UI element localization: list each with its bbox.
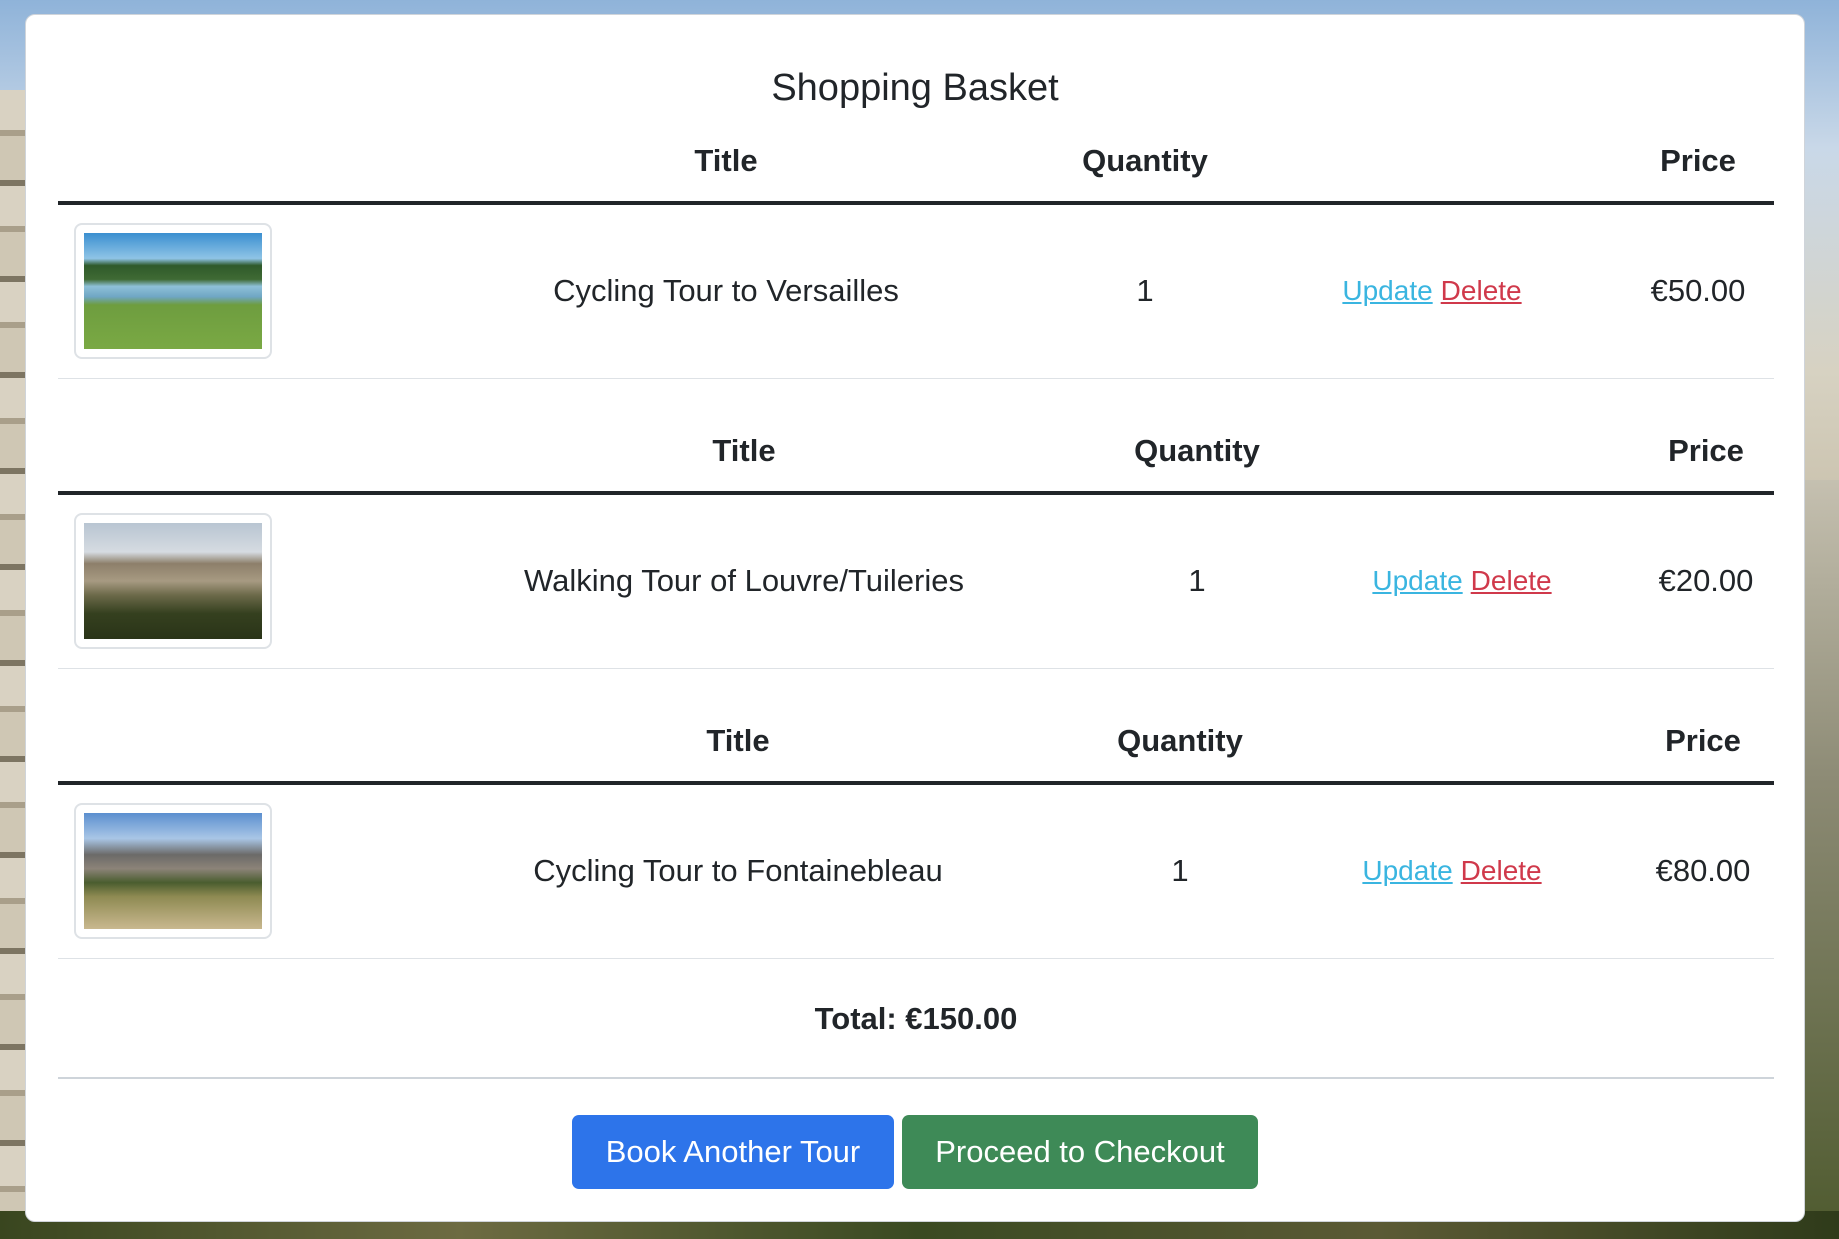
proceed-to-checkout-button[interactable]: Proceed to Checkout: [902, 1115, 1258, 1189]
item-title: Cycling Tour to Fontainebleau: [533, 853, 943, 888]
item-title: Cycling Tour to Versailles: [553, 273, 899, 308]
tour-thumbnail: [74, 803, 272, 939]
delete-link[interactable]: Delete: [1471, 565, 1552, 596]
header-price: Price: [1660, 143, 1736, 178]
louvre-photo: [84, 523, 262, 639]
header-quantity: Quantity: [1117, 723, 1243, 758]
basket-item-section: Title Quantity Price Cycling Tour to Ver…: [58, 125, 1774, 415]
background-building-right: [1805, 480, 1839, 1239]
item-price: €20.00: [1658, 563, 1754, 598]
delete-link[interactable]: Delete: [1441, 275, 1522, 306]
versailles-photo: [84, 233, 262, 349]
table-header: Title Quantity Price: [58, 705, 1774, 785]
item-actions: Update Delete: [1342, 275, 1521, 307]
item-price: €50.00: [1650, 273, 1746, 308]
header-title: Title: [706, 723, 770, 758]
tour-thumbnail: [74, 223, 272, 359]
header-price: Price: [1665, 723, 1741, 758]
basket-item-section: Title Quantity Price Walking Tour of Lou…: [58, 415, 1774, 705]
table-row: Walking Tour of Louvre/Tuileries 1 Updat…: [58, 495, 1774, 669]
page-title: Shopping Basket: [771, 67, 1059, 109]
table-row: Cycling Tour to Versailles 1 Update Delet…: [58, 205, 1774, 379]
item-quantity: 1: [1136, 273, 1154, 308]
header-title: Title: [712, 433, 776, 468]
item-quantity: 1: [1171, 853, 1189, 888]
book-another-tour-button[interactable]: Book Another Tour: [572, 1115, 894, 1189]
table-header: Title Quantity Price: [58, 125, 1774, 205]
basket-item-section: Title Quantity Price Cycling Tour to Fon…: [58, 705, 1774, 995]
header-title: Title: [694, 143, 758, 178]
update-link[interactable]: Update: [1362, 855, 1452, 886]
action-buttons: Book Another Tour Proceed to Checkout: [26, 1115, 1804, 1189]
update-link[interactable]: Update: [1372, 565, 1462, 596]
background-building-left: [0, 90, 26, 1239]
basket-card: Shopping Basket Title Quantity Price Cyc…: [25, 14, 1805, 1222]
item-quantity: 1: [1188, 563, 1206, 598]
header-quantity: Quantity: [1082, 143, 1208, 178]
delete-link[interactable]: Delete: [1461, 855, 1542, 886]
tour-thumbnail: [74, 513, 272, 649]
total-row: Total: €150.00: [58, 969, 1774, 1079]
item-title: Walking Tour of Louvre/Tuileries: [524, 563, 964, 598]
header-price: Price: [1668, 433, 1744, 468]
update-link[interactable]: Update: [1342, 275, 1432, 306]
basket-total: Total: €150.00: [814, 1001, 1018, 1036]
item-actions: Update Delete: [1362, 855, 1541, 887]
item-actions: Update Delete: [1372, 565, 1551, 597]
table-row: Cycling Tour to Fontainebleau 1 Update De…: [58, 785, 1774, 959]
table-header: Title Quantity Price: [58, 415, 1774, 495]
fontainebleau-photo: [84, 813, 262, 929]
item-price: €80.00: [1655, 853, 1751, 888]
header-quantity: Quantity: [1134, 433, 1260, 468]
